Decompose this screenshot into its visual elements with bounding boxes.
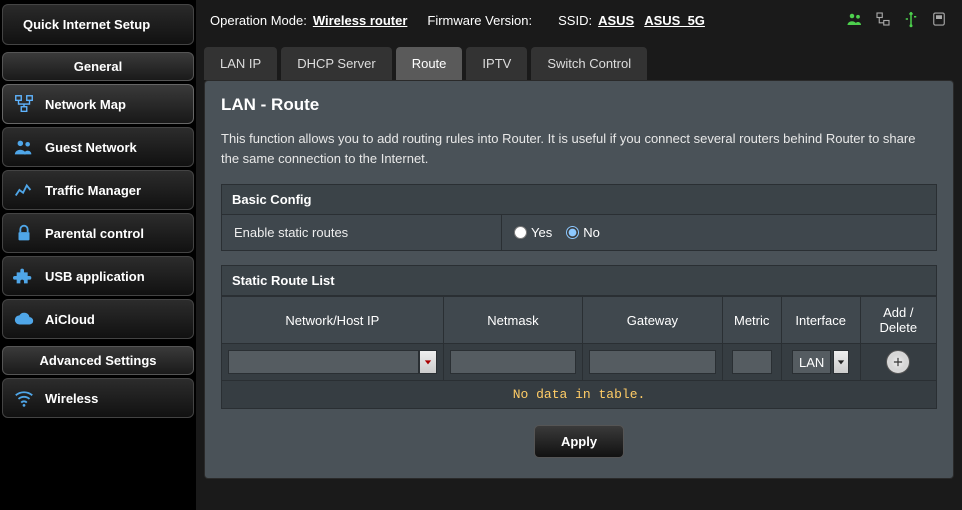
ssid-label: SSID: — [558, 13, 592, 28]
col-add-delete: Add / Delete — [860, 297, 936, 344]
topbar: Operation Mode: Wireless router Firmware… — [204, 6, 954, 35]
device-status-icon[interactable] — [930, 10, 948, 31]
static-route-table: Network/Host IP Netmask Gateway Metric I… — [221, 296, 937, 409]
network-status-icon[interactable] — [874, 10, 892, 31]
gateway-input[interactable] — [589, 350, 715, 374]
metric-input[interactable] — [732, 350, 772, 374]
sidebar-item-label: AiCloud — [45, 312, 95, 327]
sidebar-item-guest-network[interactable]: Guest Network — [2, 127, 194, 167]
sidebar-item-label: Network Map — [45, 97, 126, 112]
netmask-input[interactable] — [450, 350, 576, 374]
sidebar-item-aicloud[interactable]: AiCloud — [2, 299, 194, 339]
route-panel: LAN - Route This function allows you to … — [204, 80, 954, 479]
apply-button[interactable]: Apply — [534, 425, 624, 458]
page-description: This function allows you to add routing … — [221, 129, 937, 168]
sidebar-item-network-map[interactable]: Network Map — [2, 84, 194, 124]
tab-iptv[interactable]: IPTV — [466, 47, 527, 80]
sidebar-item-usb-application[interactable]: USB application — [2, 256, 194, 296]
col-gateway: Gateway — [583, 297, 722, 344]
ssid-link-2[interactable]: ASUS_5G — [644, 13, 705, 28]
network-ip-combo[interactable] — [228, 350, 437, 374]
enable-no-radio[interactable] — [566, 226, 579, 239]
interface-select[interactable]: LAN — [788, 350, 854, 374]
enable-no-option[interactable]: No — [566, 225, 600, 240]
enable-static-routes-label: Enable static routes — [222, 215, 502, 250]
lock-icon — [13, 222, 35, 244]
sidebar-item-parental-control[interactable]: Parental control — [2, 213, 194, 253]
tab-switch-control[interactable]: Switch Control — [531, 47, 647, 80]
interface-dropdown-button[interactable] — [833, 350, 849, 374]
sidebar-section-advanced: Advanced Settings — [2, 346, 194, 375]
fw-label: Firmware Version: — [427, 13, 532, 28]
tab-dhcp-server[interactable]: DHCP Server — [281, 47, 392, 80]
col-metric: Metric — [722, 297, 781, 344]
usb-status-icon[interactable] — [902, 10, 920, 31]
interface-value: LAN — [792, 350, 831, 374]
traffic-manager-icon — [13, 179, 35, 201]
ssid-link-1[interactable]: ASUS — [598, 13, 634, 28]
add-route-button[interactable] — [886, 350, 910, 374]
network-map-icon — [13, 93, 35, 115]
col-interface: Interface — [781, 297, 860, 344]
wifi-icon — [13, 387, 35, 409]
sidebar-item-label: Wireless — [45, 391, 98, 406]
guest-network-icon — [13, 136, 35, 158]
sidebar-section-general: General — [2, 52, 194, 81]
page-title: LAN - Route — [221, 95, 937, 115]
tabs: LAN IP DHCP Server Route IPTV Switch Con… — [204, 47, 954, 80]
enable-yes-option[interactable]: Yes — [514, 225, 552, 240]
sidebar-item-wireless[interactable]: Wireless — [2, 378, 194, 418]
clients-icon[interactable] — [846, 10, 864, 31]
col-netmask: Netmask — [443, 297, 582, 344]
route-input-row: LAN — [222, 344, 937, 381]
sidebar-item-label: Guest Network — [45, 140, 137, 155]
network-ip-input[interactable] — [228, 350, 419, 374]
sidebar-item-label: Traffic Manager — [45, 183, 141, 198]
route-list-header: Static Route List — [221, 265, 937, 296]
quick-internet-setup-button[interactable]: Quick Internet Setup — [2, 4, 194, 45]
quick-internet-setup-label: Quick Internet Setup — [23, 17, 150, 33]
enable-yes-radio[interactable] — [514, 226, 527, 239]
basic-config-header: Basic Config — [221, 184, 937, 215]
sidebar-item-label: USB application — [45, 269, 145, 284]
op-mode-link[interactable]: Wireless router — [313, 13, 408, 28]
network-ip-dropdown-button[interactable] — [419, 350, 437, 374]
sidebar-item-label: Parental control — [45, 226, 144, 241]
cloud-icon — [13, 308, 35, 330]
tab-route[interactable]: Route — [396, 47, 463, 80]
col-network: Network/Host IP — [222, 297, 444, 344]
sidebar-item-traffic-manager[interactable]: Traffic Manager — [2, 170, 194, 210]
op-mode-label: Operation Mode: — [210, 13, 307, 28]
puzzle-icon — [13, 265, 35, 287]
tab-lan-ip[interactable]: LAN IP — [204, 47, 277, 80]
no-data-message: No data in table. — [222, 381, 937, 409]
